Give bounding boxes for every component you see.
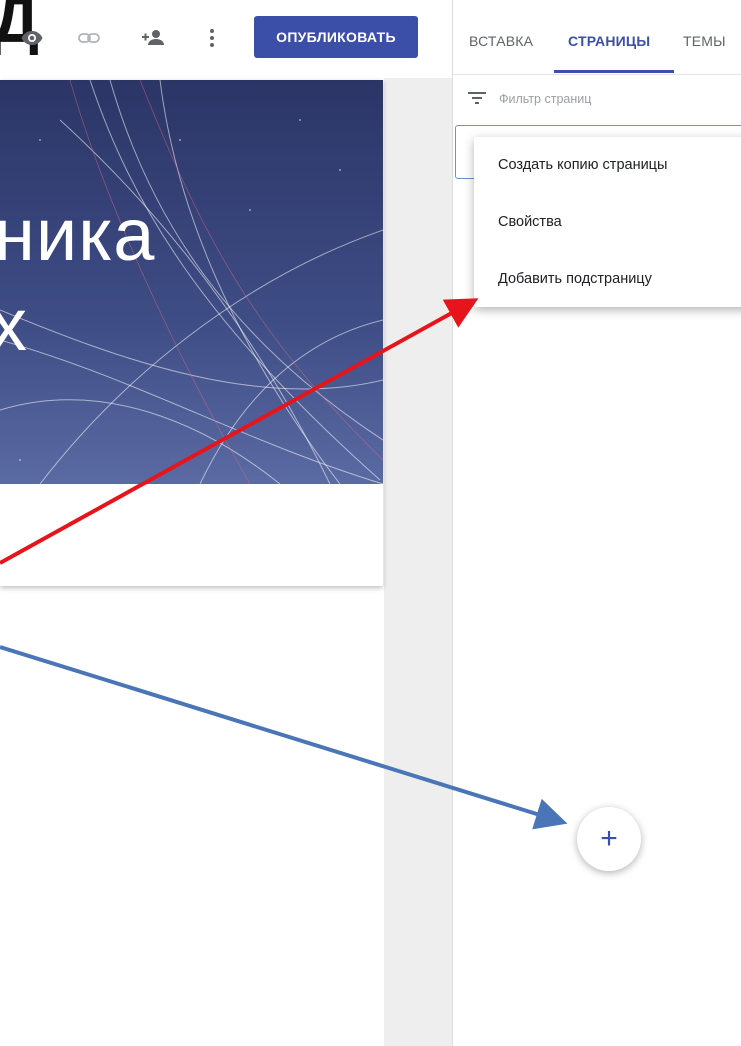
page-filter[interactable]: Фильтр страниц	[453, 80, 741, 120]
menu-item-add-subpage[interactable]: Добавить подстраницу	[498, 271, 652, 287]
panel-tabs: ВСТАВКА СТРАНИЦЫ ТЕМЫ	[453, 0, 741, 75]
active-tab-indicator	[554, 70, 674, 73]
editor-toolbar: Д ОПУБЛИКОВАТЬ	[0, 0, 452, 78]
menu-item-duplicate-page[interactable]: Создать копию страницы	[498, 157, 667, 173]
page-context-menu: Создать копию страницы Свойства Добавить…	[474, 137, 741, 307]
menu-item-properties[interactable]: Свойства	[498, 214, 562, 230]
tab-themes[interactable]: ТЕМЫ	[683, 33, 726, 49]
publish-button[interactable]: ОПУБЛИКОВАТЬ	[254, 16, 418, 58]
add-person-icon[interactable]	[139, 24, 167, 52]
tab-insert[interactable]: ВСТАВКА	[469, 33, 533, 49]
add-page-button[interactable]: +	[577, 807, 641, 871]
banner-title-line1: ника	[0, 193, 156, 276]
editor-background	[384, 0, 452, 1046]
tab-pages[interactable]: СТРАНИЦЫ	[568, 33, 650, 49]
link-icon[interactable]	[75, 24, 103, 52]
more-vert-icon[interactable]	[198, 24, 226, 52]
eye-icon[interactable]	[18, 24, 46, 52]
page-preview-card[interactable]: ника х	[0, 80, 383, 586]
filter-icon[interactable]	[467, 90, 487, 111]
page-content-area	[0, 484, 383, 586]
banner-image: ника х	[0, 80, 383, 484]
banner-title-line2: х	[0, 283, 27, 366]
filter-input[interactable]: Фильтр страниц	[499, 92, 591, 106]
